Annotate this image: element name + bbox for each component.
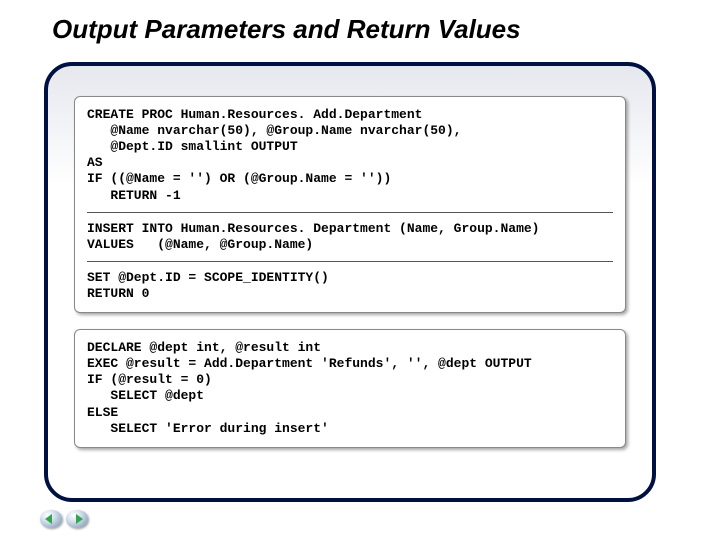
chevron-left-icon [45, 514, 52, 524]
chevron-right-icon [76, 514, 83, 524]
code-block-insert: INSERT INTO Human.Resources. Department … [87, 221, 613, 253]
next-slide-button[interactable] [66, 510, 88, 528]
code-block-create-proc: CREATE PROC Human.Resources. Add.Departm… [87, 107, 613, 204]
code-card-exec: DECLARE @dept int, @result int EXEC @res… [74, 329, 626, 448]
prev-slide-button[interactable] [40, 510, 62, 528]
divider [87, 261, 613, 262]
divider [87, 212, 613, 213]
slide-nav [40, 510, 88, 528]
slide-title: Output Parameters and Return Values [52, 14, 521, 45]
code-block-return: SET @Dept.ID = SCOPE_IDENTITY() RETURN 0 [87, 270, 613, 302]
code-card-proc-definition: CREATE PROC Human.Resources. Add.Departm… [74, 96, 626, 313]
content-frame: CREATE PROC Human.Resources. Add.Departm… [44, 62, 656, 502]
code-block-declare-exec: DECLARE @dept int, @result int EXEC @res… [87, 340, 613, 437]
